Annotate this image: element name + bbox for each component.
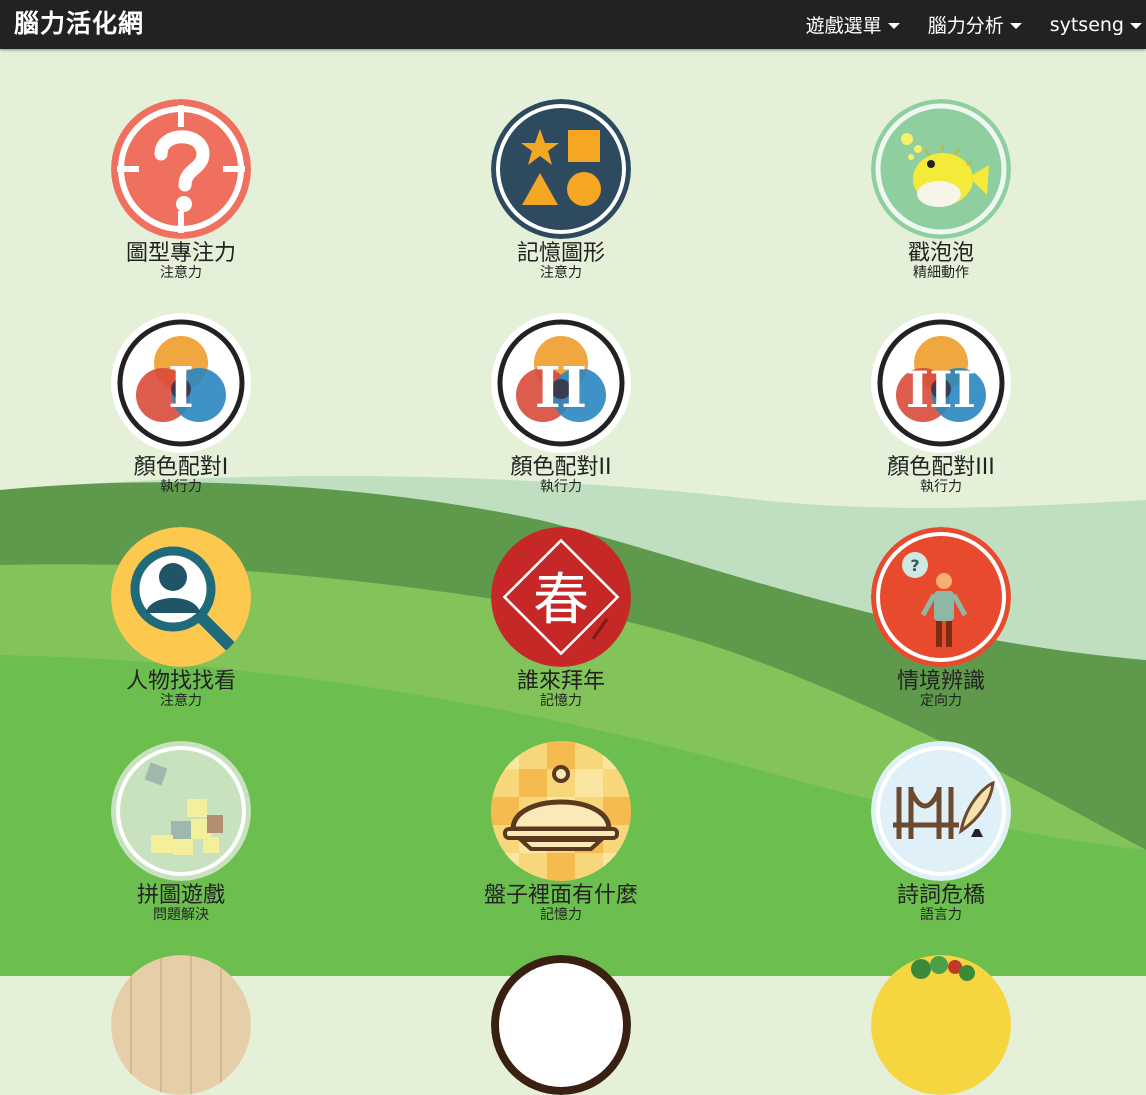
caret-down-icon [1130, 23, 1142, 29]
game-category: 記憶力 [540, 907, 582, 923]
shapes-icon [491, 99, 631, 239]
caret-down-icon [887, 23, 900, 29]
game-title: 記憶圖形 [516, 241, 605, 266]
wood-texture-icon [111, 955, 251, 1095]
game-category: 記憶力 [540, 693, 582, 709]
game-tile-new-year-visit[interactable]: 春 誰來拜年 記憶力 [451, 527, 671, 708]
nav-menu: 遊戲選單 腦力分析 sytseng [792, 0, 1146, 49]
game-grid: 圖型專注力 注意力 記憶圖形 注意力 戳泡泡 精細動作 I 顏色配對I 執行力 … [0, 0, 1146, 1095]
analysis-menu-dropdown[interactable]: 腦力分析 [914, 0, 1036, 49]
game-title: 拼圖遊戲 [136, 883, 225, 908]
game-category: 執行力 [540, 479, 582, 495]
game-tile-memory-shapes[interactable]: 記憶圖形 注意力 [451, 99, 671, 280]
pufferfish-icon [871, 99, 1011, 239]
user-menu-label: sytseng [1049, 13, 1124, 36]
game-tile-partial[interactable] [71, 955, 291, 1095]
game-tile-pop-bubbles[interactable]: 戳泡泡 精細動作 [831, 99, 1051, 280]
game-category: 注意力 [540, 265, 582, 281]
color-match-2-icon: II [491, 313, 631, 453]
game-category: 定向力 [920, 693, 962, 709]
spring-couplet-icon: 春 [491, 527, 631, 667]
game-category: 問題解決 [153, 907, 209, 923]
game-title: 盤子裡面有什麼 [483, 883, 638, 908]
game-tile-color-match-1[interactable]: I 顏色配對I 執行力 [71, 313, 291, 494]
roman-numeral: II [535, 355, 587, 421]
game-title: 顏色配對I [133, 455, 229, 480]
game-tile-partial[interactable] [831, 955, 1051, 1095]
game-tile-find-person[interactable]: 人物找找看 注意力 [71, 527, 291, 708]
game-title: 圖型專注力 [125, 241, 236, 266]
roman-numeral: III [906, 360, 976, 419]
color-match-1-icon: I [111, 313, 251, 453]
game-title: 情境辨識 [896, 669, 985, 694]
game-category: 語言力 [920, 907, 962, 923]
magnifier-person-icon [111, 527, 251, 667]
roman-numeral: I [168, 355, 194, 421]
games-menu-label: 遊戲選單 [805, 15, 882, 37]
couplet-glyph: 春 [533, 568, 589, 633]
bridge-quill-icon [871, 741, 1011, 881]
games-menu-dropdown[interactable]: 遊戲選單 [792, 0, 914, 49]
cloche-icon [491, 741, 631, 881]
color-match-3-icon: III [871, 313, 1011, 453]
game-tile-pattern-attention[interactable]: 圖型專注力 注意力 [71, 99, 291, 280]
game-tile-jigsaw-puzzle[interactable]: 拼圖遊戲 問題解決 [71, 741, 291, 922]
game-title: 人物找找看 [125, 669, 236, 694]
puzzle-icon [111, 741, 251, 881]
user-menu-dropdown[interactable]: sytseng [1036, 0, 1146, 49]
game-category: 注意力 [160, 693, 202, 709]
svg-text:?: ? [910, 556, 919, 575]
game-category: 執行力 [920, 479, 962, 495]
game-title: 顏色配對III [887, 455, 995, 480]
food-bowl-icon [871, 955, 1011, 1095]
game-category: 精細動作 [913, 265, 969, 281]
game-category: 注意力 [160, 265, 202, 281]
game-title: 顏色配對II [510, 455, 612, 480]
game-tile-color-match-3[interactable]: III 顏色配對III 執行力 [831, 313, 1051, 494]
game-title: 詩詞危橋 [896, 883, 985, 908]
game-title: 戳泡泡 [907, 241, 974, 266]
game-tile-color-match-2[interactable]: II 顏色配對II 執行力 [451, 313, 671, 494]
caret-down-icon [1009, 23, 1022, 29]
confused-person-icon: ? [871, 527, 1011, 667]
game-tile-partial[interactable] [451, 955, 671, 1095]
analysis-menu-label: 腦力分析 [927, 15, 1004, 37]
game-tile-poetry-bridge[interactable]: 詩詞危橋 語言力 [831, 741, 1051, 922]
game-title: 誰來拜年 [516, 669, 605, 694]
game-tile-situation-recognition[interactable]: ? 情境辨識 定向力 [831, 527, 1051, 708]
dark-ring-icon [491, 955, 631, 1095]
navbar: 腦力活化網 遊戲選單 腦力分析 sytseng [0, 0, 1146, 49]
game-tile-whats-on-plate[interactable]: 盤子裡面有什麼 記憶力 [451, 741, 671, 922]
brand-logo-link[interactable]: 腦力活化網 [14, 4, 144, 40]
game-category: 執行力 [160, 479, 202, 495]
question-target-icon [111, 99, 251, 239]
